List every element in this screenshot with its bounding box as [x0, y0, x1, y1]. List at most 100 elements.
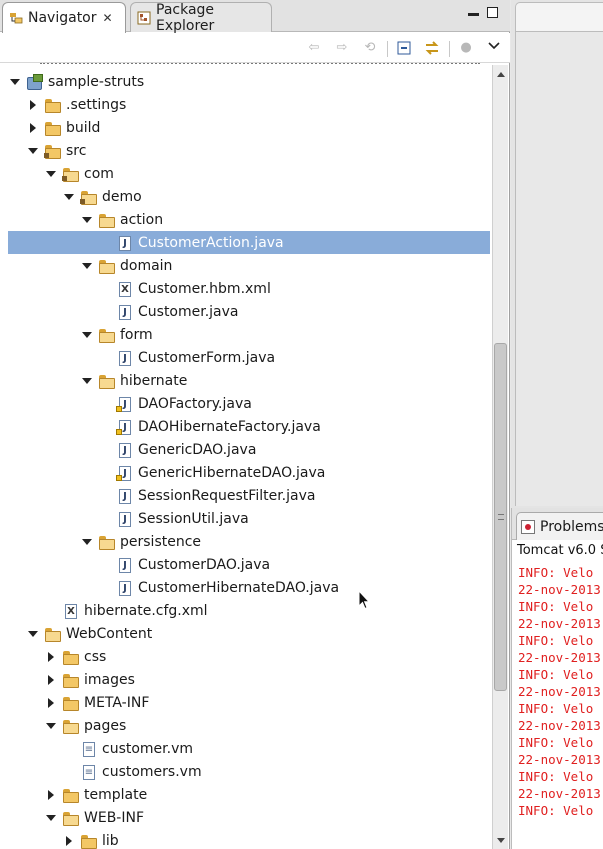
folder-open-icon — [98, 258, 115, 274]
collapsed-arrow-icon[interactable] — [26, 98, 40, 112]
collapsed-arrow-icon[interactable] — [44, 650, 58, 664]
expanded-arrow-icon[interactable] — [80, 374, 94, 388]
view-menu-icon[interactable] — [486, 41, 502, 55]
scroll-up-icon[interactable] — [493, 67, 509, 81]
collapsed-arrow-icon[interactable] — [62, 834, 76, 848]
tree-item-label: CustomerAction.java — [138, 234, 284, 251]
console-view: Problems Tomcat v6.0 S INFO: Velo 22-nov-… — [511, 508, 603, 849]
tab-package-explorer[interactable]: Package Explorer — [130, 2, 272, 34]
expanded-arrow-icon[interactable] — [80, 535, 94, 549]
collapsed-arrow-icon[interactable] — [44, 673, 58, 687]
collapsed-arrow-icon[interactable] — [26, 121, 40, 135]
tree-item-label: form — [120, 326, 153, 343]
tree-item[interactable]: action — [8, 208, 490, 231]
tree-item[interactable]: WEB-INF — [8, 806, 490, 829]
collapse-all-icon[interactable] — [396, 41, 412, 55]
tree-item[interactable]: persistence — [8, 530, 490, 553]
tree-item[interactable]: images — [8, 668, 490, 691]
tree-item-label: customers.vm — [102, 763, 202, 780]
tree-item[interactable]: DAOFactory.java — [8, 392, 490, 415]
java-file-warning-icon — [116, 419, 132, 435]
navigator-view: Navigator ✕ Package Explorer ⇦ ⇨ ⟲ ● sam… — [0, 0, 510, 849]
tree-item[interactable]: Customer.hbm.xml — [8, 277, 490, 300]
close-icon[interactable]: ✕ — [103, 11, 113, 25]
expanded-arrow-icon[interactable] — [26, 627, 40, 641]
collapsed-arrow-icon[interactable] — [44, 788, 58, 802]
tree-item[interactable]: customer.vm — [8, 737, 490, 760]
expanded-arrow-icon[interactable] — [80, 259, 94, 273]
expanded-arrow-icon[interactable] — [26, 144, 40, 158]
tree-item[interactable]: form — [8, 323, 490, 346]
tree-item[interactable]: customers.vm — [8, 760, 490, 783]
tree-item-label: lib — [102, 832, 119, 849]
folder-icon — [62, 649, 79, 665]
tree-item[interactable]: hibernate — [8, 369, 490, 392]
tree-item[interactable]: css — [8, 645, 490, 668]
tree-item[interactable]: .settings — [8, 93, 490, 116]
folder-open-icon — [98, 373, 115, 389]
tree-item[interactable]: CustomerDAO.java — [8, 553, 490, 576]
tree-item[interactable]: GenericHibernateDAO.java — [8, 461, 490, 484]
collapsed-arrow-icon[interactable] — [44, 696, 58, 710]
tree-item[interactable]: CustomerHibernateDAO.java — [8, 576, 490, 599]
editor-body[interactable] — [515, 32, 603, 506]
console-line: INFO: Velo — [518, 701, 594, 716]
package-overlay-icon — [80, 198, 85, 204]
tree-item-label: CustomerHibernateDAO.java — [138, 579, 340, 596]
tree-item[interactable]: src — [8, 139, 490, 162]
link-with-editor-icon[interactable] — [424, 41, 440, 55]
tree-item[interactable]: pages — [8, 714, 490, 737]
minimize-icon[interactable] — [468, 13, 479, 16]
tree-item[interactable]: sample-struts — [8, 70, 490, 93]
folder-open-icon — [62, 718, 79, 734]
expanded-arrow-icon[interactable] — [44, 811, 58, 825]
package-folder-icon — [80, 189, 97, 205]
tab-navigator-label: Navigator — [28, 10, 97, 26]
tree-item[interactable]: hibernate.cfg.xml — [8, 599, 490, 622]
expanded-arrow-icon[interactable] — [80, 328, 94, 342]
scroll-down-icon[interactable] — [493, 833, 509, 847]
xml-file-icon — [116, 281, 132, 297]
tree-item-label: GenericDAO.java — [138, 441, 257, 458]
tree-item[interactable]: build — [8, 116, 490, 139]
tree-item[interactable]: SessionUtil.java — [8, 507, 490, 530]
expanded-arrow-icon[interactable] — [44, 719, 58, 733]
tree-item[interactable]: SessionRequestFilter.java — [8, 484, 490, 507]
resource-tree: sample-struts .settings build src com demo act… — [0, 70, 492, 849]
tree-item-label: DAOHibernateFactory.java — [138, 418, 321, 435]
tree-item[interactable]: demo — [8, 185, 490, 208]
vertical-scrollbar[interactable] — [492, 65, 508, 849]
expanded-arrow-icon[interactable] — [62, 190, 76, 204]
tree-item-label: sample-struts — [48, 73, 145, 90]
up-icon[interactable]: ⟲ — [362, 41, 378, 55]
tree-item[interactable]: DAOHibernateFactory.java — [8, 415, 490, 438]
expanded-arrow-icon[interactable] — [80, 213, 94, 227]
tree-item[interactable]: CustomerAction.java — [8, 231, 490, 254]
tree-item[interactable]: GenericDAO.java — [8, 438, 490, 461]
tree-item[interactable]: CustomerForm.java — [8, 346, 490, 369]
tree-item[interactable]: lib — [8, 829, 490, 849]
tree-item[interactable]: META-INF — [8, 691, 490, 714]
maximize-icon[interactable] — [487, 7, 498, 18]
expanded-arrow-icon[interactable] — [8, 75, 22, 89]
folder-icon — [62, 787, 79, 803]
expanded-arrow-icon[interactable] — [44, 167, 58, 181]
tab-problems[interactable]: Problems — [516, 512, 603, 540]
tree-item[interactable]: template — [8, 783, 490, 806]
scrollbar-thumb[interactable] — [494, 343, 507, 691]
tree-item-label: template — [84, 786, 148, 803]
working-set-icon[interactable]: ● — [458, 41, 474, 55]
tree-item[interactable]: WebContent — [8, 622, 490, 645]
console-output[interactable]: INFO: Velo 22-nov-2013 INFO: Velo 22-nov-20… — [518, 564, 603, 849]
tab-navigator[interactable]: Navigator ✕ — [2, 2, 126, 33]
tree-item-label: WEB-INF — [84, 809, 144, 826]
tree-item-label: src — [66, 142, 87, 159]
back-icon[interactable]: ⇦ — [306, 41, 322, 55]
forward-icon[interactable]: ⇨ — [334, 41, 350, 55]
tree-item[interactable]: com — [8, 162, 490, 185]
tree-item[interactable]: domain — [8, 254, 490, 277]
tree-item[interactable]: Customer.java — [8, 300, 490, 323]
folder-icon — [62, 695, 79, 711]
